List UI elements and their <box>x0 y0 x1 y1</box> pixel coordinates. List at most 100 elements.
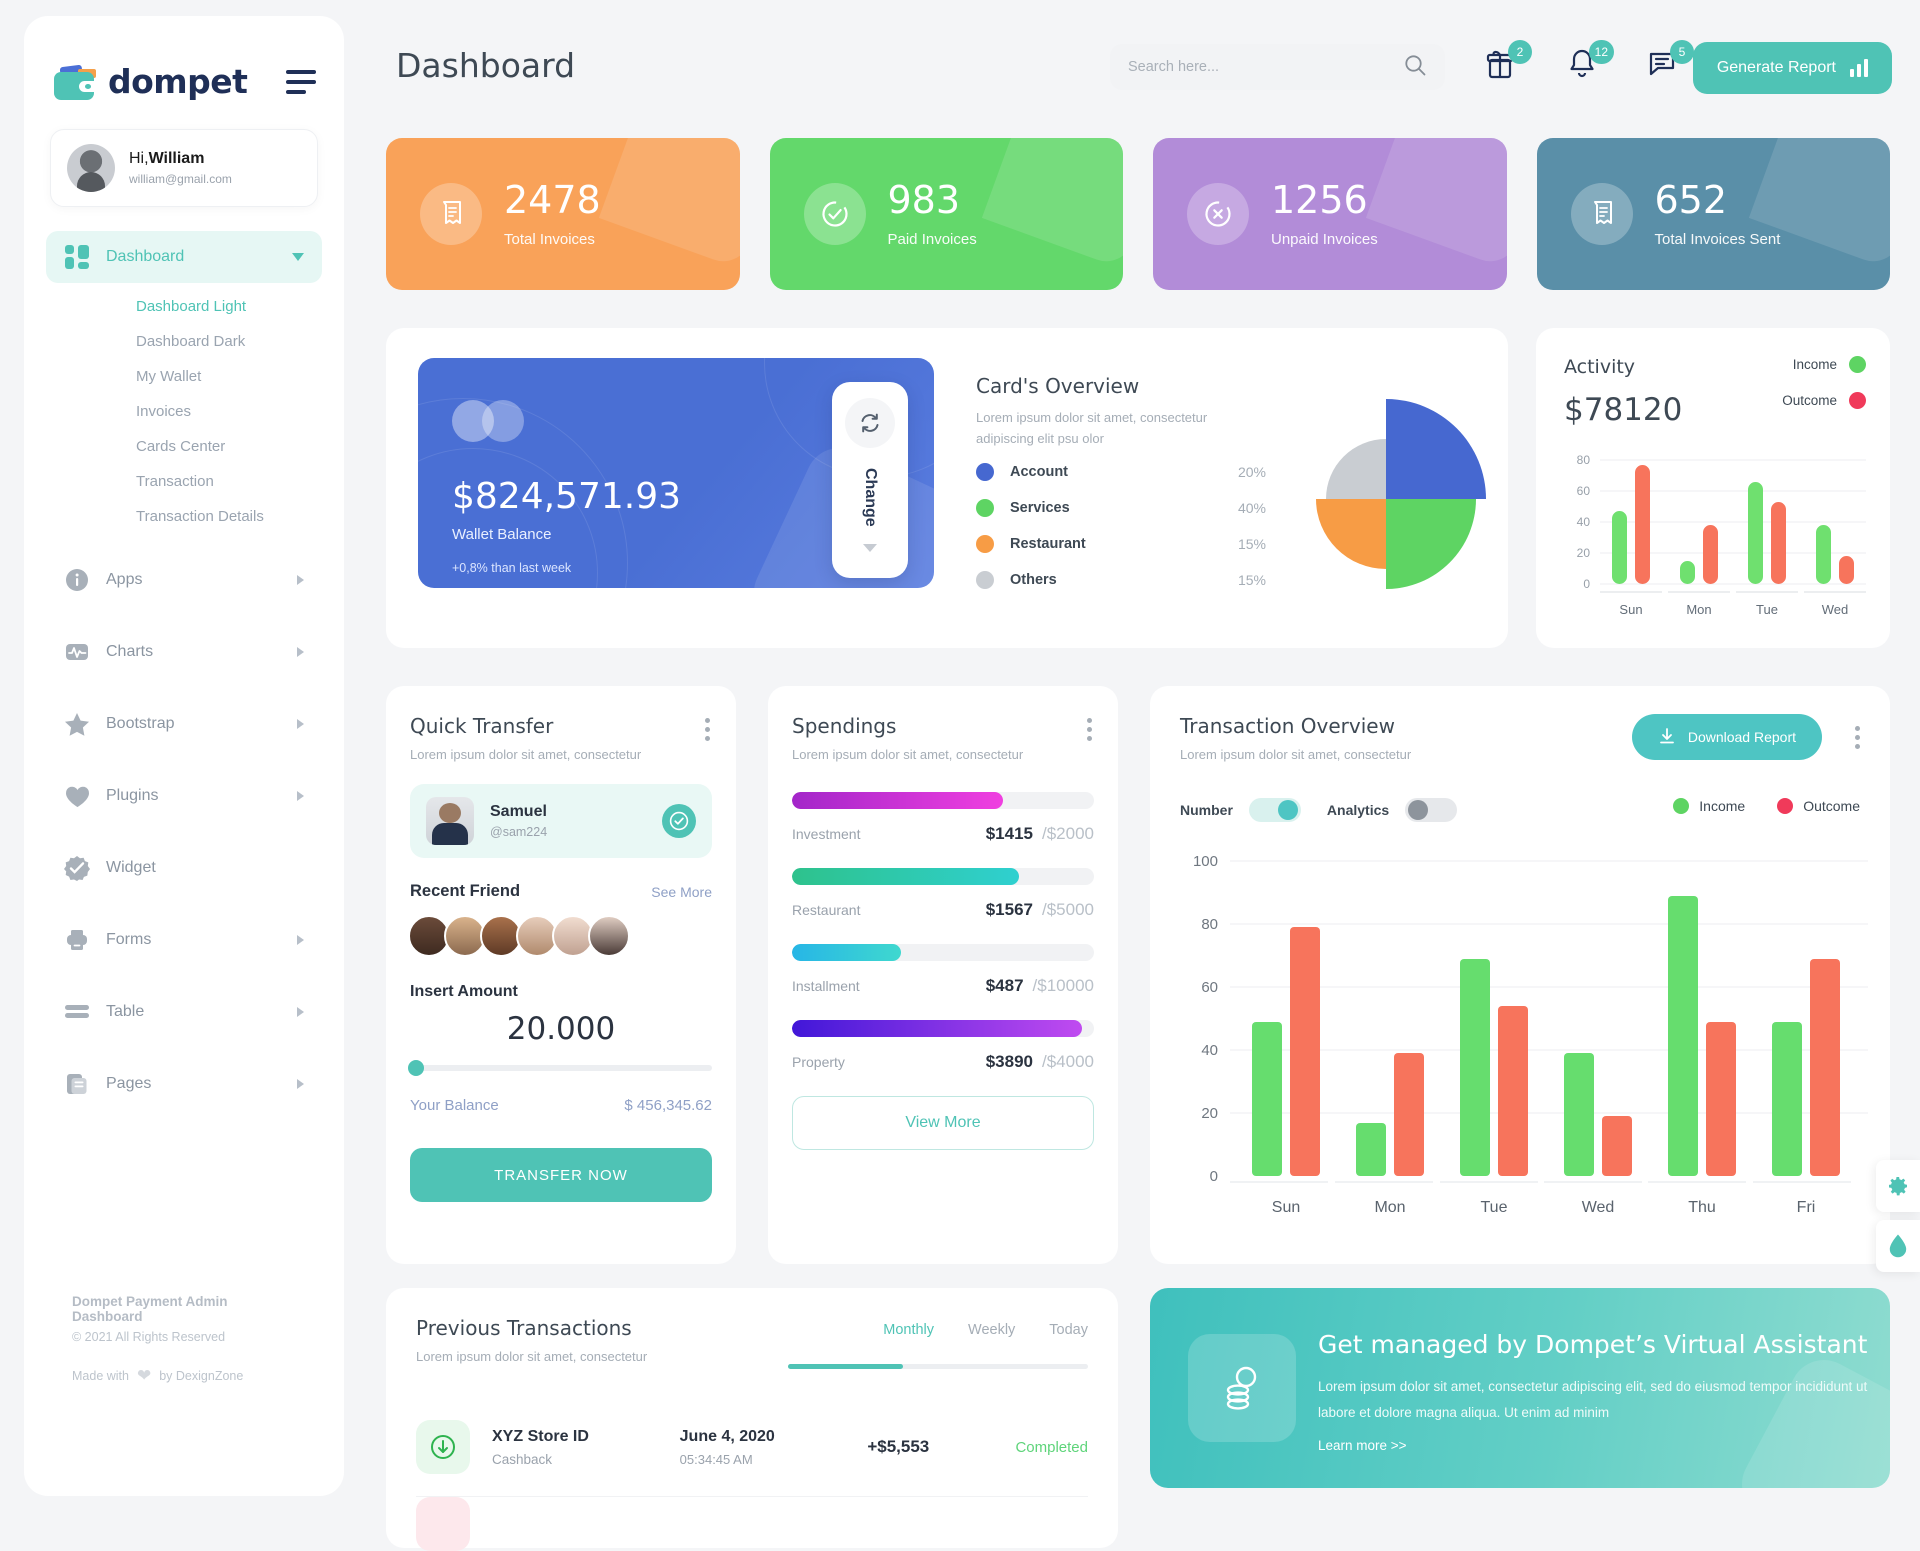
legend-dot-others <box>976 571 994 589</box>
transaction-type: Cashback <box>492 1451 553 1467</box>
sidebar-subitem-cards-center[interactable]: Cards Center <box>24 429 344 464</box>
sidebar-submenu: Dashboard Light Dashboard Dark My Wallet… <box>24 283 344 544</box>
quick-transfer-title: Quick Transfer <box>410 714 554 738</box>
download-report-button[interactable]: Download Report <box>1631 714 1822 760</box>
assistant-body: Lorem ipsum dolor sit amet, consectetur … <box>1318 1379 1868 1421</box>
sidebar-subitem-dashboard-light[interactable]: Dashboard Light <box>24 289 344 324</box>
legend-item[interactable]: Others 15% <box>976 562 1266 598</box>
menu-toggle-icon[interactable] <box>286 69 316 94</box>
spending-item-property: Property $3890 /$4000 <box>792 1020 1094 1072</box>
sidebar-item-plugins[interactable]: Plugins <box>46 760 322 832</box>
legend-item[interactable]: Account 20% <box>976 454 1266 490</box>
friend-selected-check-icon[interactable] <box>662 804 696 838</box>
selected-friend-row[interactable]: Samuel @sam224 <box>410 784 712 858</box>
virtual-assistant-banner[interactable]: Get managed by Dompet’s Virtual Assistan… <box>1150 1288 1890 1488</box>
search-input[interactable] <box>1128 59 1403 75</box>
quick-transfer-menu-icon[interactable] <box>705 718 710 745</box>
progress-fill <box>792 944 901 961</box>
made-by-label: by DexignZone <box>159 1369 244 1383</box>
view-more-button[interactable]: View More <box>792 1096 1094 1150</box>
chevron-right-icon <box>297 647 304 657</box>
chevron-right-icon <box>297 935 304 945</box>
legend-label: Income <box>1699 798 1746 814</box>
user-profile-card[interactable]: Hi,William william@gmail.com <box>50 129 318 207</box>
svg-text:60: 60 <box>1577 484 1591 498</box>
sidebar-item-table[interactable]: Table <box>46 976 322 1048</box>
sidebar: dompet Hi,William william@gmail.com Dash… <box>24 16 344 1496</box>
message-badge: 5 <box>1670 40 1694 64</box>
chevron-right-icon <box>297 719 304 729</box>
wallet-amount: $824,571.93 <box>452 476 682 517</box>
transaction-overview-menu-icon[interactable] <box>1855 726 1860 753</box>
legend-item[interactable]: Restaurant 15% <box>976 526 1266 562</box>
wallet-balance-card[interactable]: $824,571.93 Wallet Balance +0,8% than la… <box>418 358 934 588</box>
svg-text:0: 0 <box>1583 577 1590 591</box>
bell-icon[interactable]: 12 <box>1565 40 1614 88</box>
spendings-menu-icon[interactable] <box>1087 718 1092 745</box>
message-icon[interactable]: 5 <box>1645 40 1694 88</box>
brand-name: dompet <box>108 62 248 101</box>
sidebar-item-forms[interactable]: Forms <box>46 904 322 976</box>
stat-card-total-invoices[interactable]: 2478 Total Invoices <box>386 138 740 290</box>
toggle-analytics[interactable] <box>1405 798 1458 822</box>
gear-icon[interactable] <box>1876 1160 1920 1212</box>
legend-label: Restaurant <box>1010 536 1086 552</box>
gift-icon[interactable]: 2 <box>1483 40 1532 88</box>
sidebar-item-apps[interactable]: Apps <box>46 544 322 616</box>
amount-value[interactable]: 20.000 <box>386 1011 736 1047</box>
svg-text:60: 60 <box>1201 979 1218 996</box>
transfer-now-button[interactable]: TRANSFER NOW <box>410 1148 712 1202</box>
tab-today[interactable]: Today <box>1049 1322 1088 1352</box>
sidebar-subitem-invoices[interactable]: Invoices <box>24 394 344 429</box>
sidebar-subitem-transaction-details[interactable]: Transaction Details <box>24 499 344 534</box>
cards-overview-pie-chart <box>1286 374 1486 594</box>
progress-track <box>792 944 1094 961</box>
sidebar-footer-copyright: © 2021 All Rights Reserved <box>72 1330 226 1344</box>
stat-card-total-invoices-sent[interactable]: 652 Total Invoices Sent <box>1536 138 1890 290</box>
printer-icon <box>64 927 90 953</box>
slider-handle[interactable] <box>408 1060 424 1076</box>
stat-label: Unpaid Invoices <box>1271 230 1378 248</box>
dompet-logo-icon <box>54 64 96 100</box>
friend-avatar[interactable] <box>588 915 630 957</box>
stat-card-unpaid-invoices[interactable]: 1256 Unpaid Invoices <box>1153 138 1507 290</box>
sidebar-subitem-transaction[interactable]: Transaction <box>24 464 344 499</box>
legend-dot-outcome <box>1849 392 1866 409</box>
sidebar-item-dashboard[interactable]: Dashboard <box>46 231 322 283</box>
legend-label: Outcome <box>1803 798 1860 814</box>
wallet-note: +0,8% than last week <box>452 561 572 575</box>
table-row[interactable]: XYZ Store ID Cashback June 4, 2020 05:34… <box>416 1398 1088 1497</box>
check-circle-icon <box>803 183 866 245</box>
droplet-icon[interactable] <box>1876 1220 1920 1272</box>
assistant-title: Get managed by Dompet’s Virtual Assistan… <box>1318 1330 1868 1359</box>
tab-weekly[interactable]: Weekly <box>968 1322 1015 1352</box>
amount-slider[interactable] <box>408 1060 712 1076</box>
svg-text:20: 20 <box>1577 546 1591 560</box>
sidebar-subitem-dashboard-dark[interactable]: Dashboard Dark <box>24 324 344 359</box>
assistant-learn-more-link[interactable]: Learn more >> <box>1318 1438 1407 1453</box>
toggle-number[interactable] <box>1248 798 1301 822</box>
sidebar-item-pages[interactable]: Pages <box>46 1048 322 1120</box>
search-box[interactable] <box>1110 44 1445 90</box>
status-badge: Completed <box>1015 1438 1088 1456</box>
see-more-link[interactable]: See More <box>651 884 712 900</box>
change-card-button[interactable]: Change <box>832 382 908 578</box>
sidebar-item-bootstrap[interactable]: Bootstrap <box>46 688 322 760</box>
tab-monthly[interactable]: Monthly <box>883 1322 934 1352</box>
stat-card-paid-invoices[interactable]: 983 Paid Invoices <box>769 138 1123 290</box>
svg-text:Wed: Wed <box>1822 602 1849 617</box>
chart-toggles: Number Analytics <box>1180 798 1458 822</box>
legend-item[interactable]: Services 40% <box>976 490 1266 526</box>
sidebar-subitem-my-wallet[interactable]: My Wallet <box>24 359 344 394</box>
legend-percent: 15% <box>1237 536 1266 552</box>
sidebar-item-widget[interactable]: Widget <box>46 832 322 904</box>
previous-transactions-tabs: Monthly Weekly Today <box>883 1322 1088 1352</box>
spending-item-installment: Installment $487 /$10000 <box>792 944 1094 996</box>
search-icon[interactable] <box>1403 53 1427 82</box>
quick-transfer-subtitle: Lorem ipsum dolor sit amet, consectetur <box>410 747 642 762</box>
sidebar-item-charts[interactable]: Charts <box>46 616 322 688</box>
sidebar-item-label: Forms <box>106 931 152 948</box>
legend-label: Income <box>1792 357 1837 372</box>
svg-text:Sun: Sun <box>1272 1199 1300 1216</box>
generate-report-button[interactable]: Generate Report <box>1692 42 1892 94</box>
